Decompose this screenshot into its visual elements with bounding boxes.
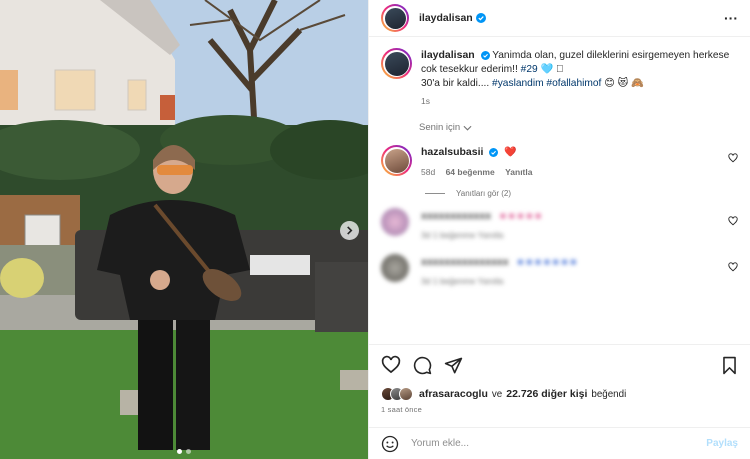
carousel-dot-active bbox=[177, 449, 182, 454]
share-icon[interactable] bbox=[444, 356, 463, 375]
chevron-down-icon bbox=[463, 125, 472, 131]
caption-emoji: 😊 😻 🙈 bbox=[604, 78, 644, 89]
action-bar bbox=[381, 353, 738, 377]
caption-text-line2: 30'a bir kaldi.... bbox=[421, 78, 490, 89]
photo-illustration bbox=[0, 0, 368, 459]
add-comment-bar: Paylaş bbox=[369, 427, 750, 459]
comment-filter-dropdown[interactable]: Senin için bbox=[419, 122, 738, 133]
comment-icon[interactable] bbox=[413, 356, 432, 375]
comment-body: xxxxxxxxxxxx ■ ■ ■ ■ ■ 3d 1 beğenme Yanı… bbox=[421, 208, 721, 240]
author-avatar[interactable] bbox=[381, 4, 409, 32]
instagram-post-view: ilaydalisan ··· ilaydalisan Yanimda olan… bbox=[0, 0, 750, 459]
replies-divider bbox=[425, 193, 445, 194]
first-liker-username[interactable]: afrasaracoglu bbox=[419, 388, 488, 400]
emoji-icon[interactable] bbox=[381, 435, 399, 453]
commenter-username[interactable]: xxxxxxxxxxxxxxx bbox=[421, 256, 509, 268]
commenter-avatar[interactable] bbox=[381, 208, 409, 236]
post-header: ilaydalisan ··· bbox=[369, 0, 750, 37]
hashtag-link[interactable]: #ofallahimof bbox=[546, 78, 601, 89]
comment-input[interactable] bbox=[411, 438, 701, 449]
post-photo bbox=[0, 0, 368, 459]
comment-meta: 3d 1 beğenme Yanıtla bbox=[421, 230, 504, 240]
caption-timestamp: 1s bbox=[421, 96, 430, 106]
liker-avatars bbox=[381, 387, 413, 401]
post-actions: afrasaracoglu ve 22.726 diğer kişi beğen… bbox=[369, 344, 750, 414]
post-timestamp[interactable]: 1 saat önce bbox=[381, 405, 738, 414]
comment-item-blurred: xxxxxxxxxxxxxxx ■ ■ ■ ■ ■ ■ ■ 3d 1 beğen… bbox=[381, 254, 738, 286]
view-replies-button[interactable]: Yanıtları gör (2) bbox=[425, 189, 738, 198]
carousel-indicator bbox=[0, 449, 368, 454]
caption-username[interactable]: ilaydalisan bbox=[421, 49, 475, 61]
comment-meta: 3d 1 beğenme Yanıtla bbox=[421, 276, 504, 286]
bookmark-icon[interactable] bbox=[721, 356, 738, 375]
chevron-right-icon bbox=[347, 226, 353, 235]
next-slide-button[interactable] bbox=[340, 221, 359, 240]
comment-filter-label: Senin için bbox=[419, 122, 461, 133]
comments-list: ilaydalisan Yanimda olan, guzel dilekler… bbox=[369, 38, 750, 344]
hashtag-link[interactable]: #29 bbox=[521, 64, 538, 75]
comment-like-heart-icon[interactable] bbox=[728, 262, 738, 272]
hashtag-link[interactable]: #yaslandim bbox=[492, 78, 544, 89]
comment-likes-count[interactable]: 64 beğenme bbox=[446, 167, 495, 177]
post-side-panel: ilaydalisan ··· ilaydalisan Yanimda olan… bbox=[368, 0, 750, 459]
reply-button[interactable]: Yanıtla bbox=[505, 167, 532, 177]
likes-connector: ve bbox=[491, 388, 503, 400]
carousel-dot bbox=[186, 449, 191, 454]
commenter-avatar[interactable] bbox=[381, 145, 412, 176]
author-username[interactable]: ilaydalisan bbox=[419, 12, 473, 24]
caption-emoji: 🩵 🏻 bbox=[540, 64, 564, 75]
post-caption: ilaydalisan Yanimda olan, guzel dilekler… bbox=[381, 48, 738, 108]
likes-summary: afrasaracoglu ve 22.726 diğer kişi beğen… bbox=[381, 387, 738, 401]
comment-text: ■ ■ ■ ■ ■ bbox=[499, 211, 542, 222]
commenter-username[interactable]: hazalsubasii bbox=[421, 146, 483, 158]
caption-avatar[interactable] bbox=[381, 48, 412, 79]
comment-text: ■ ■ ■ ■ ■ ■ ■ bbox=[517, 257, 577, 268]
comment-like-heart-icon[interactable] bbox=[728, 216, 738, 226]
comment-item: hazalsubasii ❤️ 58d 64 beğenme Yanıtla bbox=[381, 145, 738, 177]
likes-count[interactable]: 22.726 diğer kişi bbox=[506, 388, 587, 400]
verified-badge-icon bbox=[475, 13, 486, 23]
liker-avatar[interactable] bbox=[399, 387, 413, 401]
caption-body: ilaydalisan Yanimda olan, guzel dilekler… bbox=[421, 48, 731, 108]
more-options-icon[interactable]: ··· bbox=[724, 10, 738, 26]
verified-badge-icon bbox=[489, 147, 499, 157]
view-replies-label: Yanıtları gör (2) bbox=[456, 189, 511, 198]
comment-like-heart-icon[interactable] bbox=[728, 153, 738, 163]
post-comment-button[interactable]: Paylaş bbox=[706, 438, 738, 449]
verified-badge-icon bbox=[480, 50, 490, 60]
likes-suffix: beğendi bbox=[591, 388, 627, 400]
comment-age: 58d bbox=[421, 167, 436, 177]
comment-item-blurred: xxxxxxxxxxxx ■ ■ ■ ■ ■ 3d 1 beğenme Yanı… bbox=[381, 208, 738, 240]
comment-text: ❤️ bbox=[504, 147, 517, 158]
heart-icon[interactable] bbox=[381, 355, 401, 375]
commenter-username[interactable]: xxxxxxxxxxxx bbox=[421, 210, 491, 222]
comment-body: hazalsubasii ❤️ 58d 64 beğenme Yanıtla bbox=[421, 145, 721, 177]
commenter-avatar[interactable] bbox=[381, 254, 409, 282]
comment-body: xxxxxxxxxxxxxxx ■ ■ ■ ■ ■ ■ ■ 3d 1 beğen… bbox=[421, 254, 721, 286]
